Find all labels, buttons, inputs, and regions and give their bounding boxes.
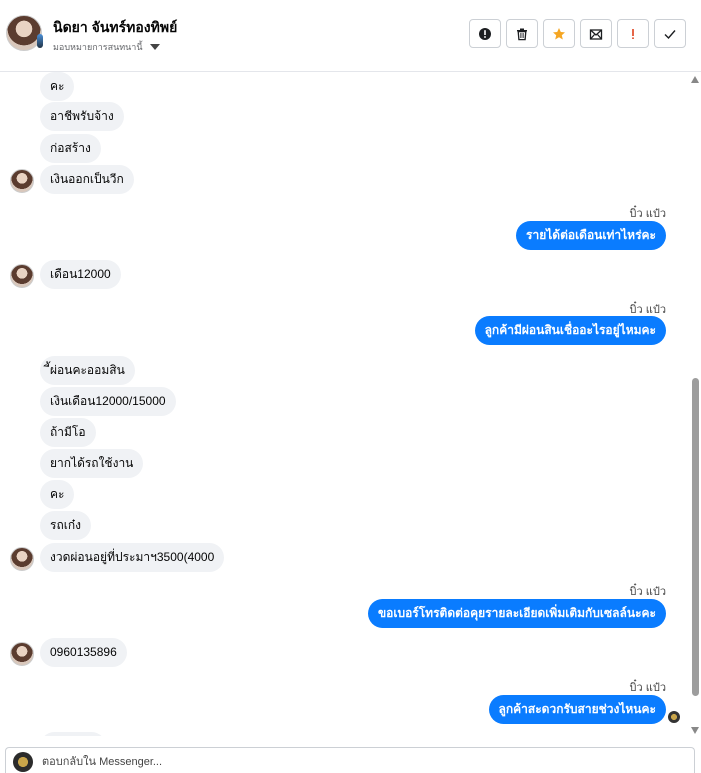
outgoing-message[interactable]: ลูกค้าสะดวกรับสายช่วงไหนคะ	[488, 695, 666, 724]
sender-name: บิ๋ว แป๋ว	[629, 586, 666, 598]
message-thread[interactable]: คะ อาชีพรับจ้าง ก่อสร้าง เงินออกเป็นวีก …	[0, 72, 690, 736]
incoming-message[interactable]: คะ	[40, 72, 75, 101]
incoming-message[interactable]: รถเก๋ง	[40, 511, 91, 540]
incoming-message[interactable]: งวดผ่อนอยู่ที่ประมาฯ3500(4000	[40, 543, 225, 572]
trash-icon	[517, 28, 527, 40]
outgoing-message[interactable]: ลูกค้ามีผ่อนสินเชื่ออะไรอยู่ไหมคะ	[474, 316, 666, 345]
outgoing-message[interactable]: ขอเบอร์โทรติดต่อคุยรายละเอียดเพิ่มเติมกั…	[367, 599, 666, 628]
delete-button[interactable]	[506, 19, 538, 48]
scroll-up-arrow-icon[interactable]	[691, 76, 699, 83]
check-icon	[664, 29, 676, 39]
exclamation-circle-icon	[479, 27, 491, 40]
exclamation-icon	[632, 28, 634, 39]
assign-conversation-dropdown[interactable]: มอบหมายการสนทนานี้	[53, 40, 160, 54]
reply-composer	[5, 747, 695, 773]
page-avatar	[13, 752, 33, 772]
incoming-message-partial	[40, 732, 106, 736]
thermometer-badge-icon	[37, 34, 43, 48]
thread-scrollbar[interactable]	[690, 72, 701, 736]
contact-avatar[interactable]	[6, 15, 43, 51]
follow-up-button[interactable]	[617, 19, 649, 48]
chevron-down-icon	[149, 44, 160, 50]
mark-done-button[interactable]	[654, 19, 686, 48]
sender-name: บิ๋ว แป๋ว	[629, 208, 666, 220]
incoming-message[interactable]: 0960135896	[40, 638, 127, 667]
scrollbar-thumb[interactable]	[692, 378, 699, 696]
reply-input[interactable]	[42, 754, 642, 770]
contact-avatar-small	[10, 642, 34, 666]
assign-label: มอบหมายการสนทนานี้	[53, 42, 143, 52]
incoming-message[interactable]: อาชีพรับจ้าง	[40, 102, 124, 131]
sender-name: บิ๋ว แป๋ว	[629, 682, 666, 694]
contact-avatar-small	[10, 264, 34, 288]
contact-name[interactable]: นิดยา จันทร์ทองทิพย์	[53, 17, 177, 39]
star-icon	[553, 27, 565, 39]
conversation-toolbar	[469, 19, 686, 48]
incoming-message[interactable]: ี้ผ่อนคะออมสิน	[40, 356, 135, 385]
envelope-icon	[589, 28, 603, 40]
conversation-header: นิดยา จันทร์ทองทิพย์ มอบหมายการสนทนานี้	[0, 0, 701, 72]
contact-avatar-small	[10, 169, 34, 193]
report-spam-button[interactable]	[469, 19, 501, 48]
mark-unread-button[interactable]	[580, 19, 612, 48]
incoming-message[interactable]: เงินออกเป็นวีก	[40, 165, 134, 194]
incoming-message[interactable]: เดือน12000	[40, 260, 121, 289]
incoming-message[interactable]: ถ้ามีโอ	[40, 418, 96, 447]
seen-receipt-avatar	[668, 711, 680, 723]
contact-avatar-small	[10, 547, 34, 571]
star-button[interactable]	[543, 19, 575, 48]
incoming-message[interactable]: คะ	[40, 480, 75, 509]
incoming-message[interactable]: ยากได้รถใช้งาน	[40, 449, 144, 478]
scroll-down-arrow-icon[interactable]	[691, 727, 699, 734]
incoming-message[interactable]: ก่อสร้าง	[40, 134, 101, 163]
incoming-message[interactable]: เงินเดือน12000/15000	[40, 387, 176, 416]
outgoing-message[interactable]: รายได้ต่อเดือนเท่าไหร่คะ	[516, 221, 666, 250]
